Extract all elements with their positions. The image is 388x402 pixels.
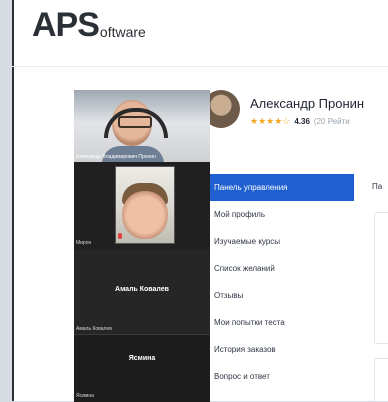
- menu-item-quiz-attempts[interactable]: Мои попытки теста: [208, 309, 354, 336]
- video-call-panel: Александр Владимирович Пронин Мирон Амал…: [74, 90, 210, 402]
- menu-item-my-profile[interactable]: Мой профиль: [208, 201, 354, 228]
- profile-rating: ★★★★☆ 4.36 (20 Рейти: [250, 116, 350, 127]
- participant-tile[interactable]: Ясмина Ясмина: [74, 334, 210, 402]
- participant-display-name: Ясмина: [128, 355, 156, 362]
- participant-name: Ясмина: [76, 393, 94, 399]
- menu-item-dashboard[interactable]: Панель управления: [208, 174, 354, 201]
- rating-stars-icon: ★★★★☆: [250, 116, 291, 126]
- participant-video: [102, 96, 168, 162]
- participant-tile[interactable]: Амаль Ковалев Амаль Ковалев: [74, 250, 210, 334]
- participant-tile[interactable]: Александр Владимирович Пронин: [74, 90, 210, 162]
- content-heading: Па: [372, 182, 383, 191]
- menu-item-order-history[interactable]: История заказов: [208, 336, 354, 363]
- menu-item-wishlist[interactable]: Список желаний: [208, 255, 354, 282]
- muted-mic-icon: [118, 233, 122, 239]
- participant-name: Александр Владимирович Пронин: [76, 154, 156, 160]
- dashboard-card: [374, 358, 388, 401]
- dashboard-card: [374, 212, 388, 344]
- site-logo[interactable]: APS oftware: [32, 8, 146, 42]
- participant-name: Мирон: [76, 240, 92, 246]
- participant-display-name: Амаль Ковалев: [115, 286, 169, 293]
- rating-score: 4.36: [294, 117, 310, 126]
- rating-count: (20 Рейти: [313, 117, 350, 126]
- menu-item-enrolled-courses[interactable]: Изучаемые курсы: [208, 228, 354, 255]
- profile-name: Александр Пронин: [250, 96, 365, 111]
- participant-name: Амаль Ковалев: [76, 326, 112, 332]
- menu-item-questions-answers[interactable]: Вопрос и ответ: [208, 363, 354, 390]
- window-edge: [12, 0, 14, 401]
- logo-mark: APS: [32, 6, 100, 44]
- menu-item-reviews[interactable]: Отзывы: [208, 282, 354, 309]
- self-view-video[interactable]: [115, 166, 175, 244]
- header-divider: [12, 66, 388, 67]
- logo-wordmark: oftware: [99, 24, 146, 40]
- dashboard-menu: Панель управления Мой профиль Изучаемые …: [208, 174, 354, 390]
